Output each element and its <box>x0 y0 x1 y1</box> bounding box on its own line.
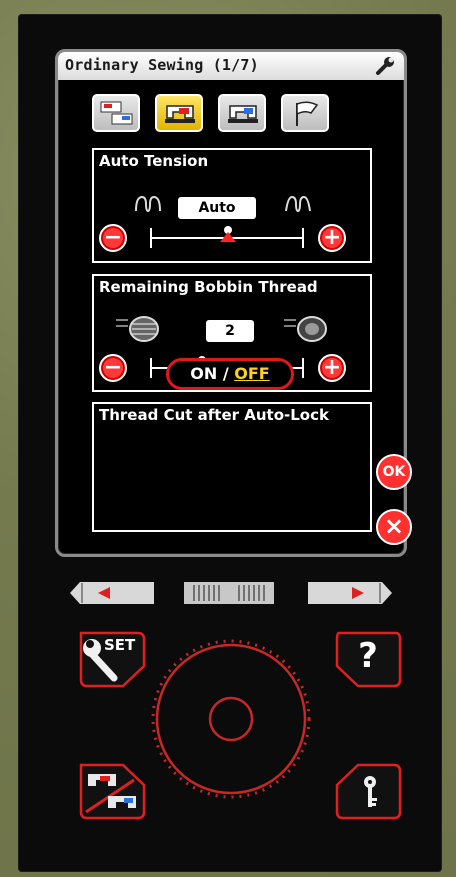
bobbin-title: Remaining Bobbin Thread <box>99 278 318 296</box>
mode-switch-button[interactable] <box>78 762 148 820</box>
bobbin-value: 2 <box>206 320 254 342</box>
tension-decrease-button[interactable]: − <box>99 224 127 252</box>
settings-button[interactable]: SET <box>78 630 148 688</box>
help-button[interactable]: ? <box>333 630 403 688</box>
tension-increase-button[interactable]: + <box>318 224 346 252</box>
loose-thread-icon <box>135 195 161 213</box>
set-label: SET <box>104 636 136 654</box>
page-title: Ordinary Sewing (1/7) <box>65 56 259 74</box>
key-icon <box>335 763 402 820</box>
title-bar: Ordinary Sewing (1/7) <box>58 52 404 80</box>
thread-cut-toggle[interactable]: ON / OFF <box>166 358 294 390</box>
embroidery-mode-button[interactable] <box>218 94 266 132</box>
scroll-bar[interactable] <box>184 580 274 606</box>
auto-tension-panel: Auto Tension Auto − + <box>92 148 372 263</box>
sewing-machine-icon <box>165 105 195 123</box>
previous-page-button[interactable] <box>68 580 156 606</box>
wrench-icon[interactable] <box>374 55 396 77</box>
dial-center-button <box>208 696 254 742</box>
bobbin-decrease-button[interactable]: − <box>99 354 127 382</box>
bobbin-increase-button[interactable]: + <box>318 354 346 382</box>
two-machines-mode-button[interactable] <box>92 94 140 132</box>
sewing-mode-button[interactable] <box>155 94 203 132</box>
cancel-button[interactable]: × <box>376 509 412 545</box>
thread-cut-title: Thread Cut after Auto-Lock <box>99 406 329 424</box>
tension-slider-marker[interactable] <box>218 224 238 244</box>
question-icon: ? <box>358 636 378 676</box>
auto-tension-title: Auto Tension <box>99 152 209 170</box>
key-button[interactable] <box>333 762 403 820</box>
auto-tension-value: Auto <box>178 197 256 219</box>
next-page-button[interactable] <box>306 580 394 606</box>
machine-switch-icon <box>79 763 146 820</box>
ok-button[interactable]: OK <box>376 454 412 490</box>
embroidery-machine-icon <box>228 105 258 123</box>
sewing-machine-control-panel: Ordinary Sewing (1/7) Auto Tension Auto … <box>18 14 442 872</box>
sewing-machine-pair-icon <box>100 101 133 125</box>
thread-cut-panel: Thread Cut after Auto-Lock <box>92 402 372 532</box>
empty-bobbin-icon <box>284 316 327 342</box>
lcd-screen: Ordinary Sewing (1/7) Auto Tension Auto … <box>55 49 412 557</box>
flag-icon <box>296 101 319 126</box>
full-bobbin-icon <box>116 316 159 342</box>
flag-mode-button[interactable] <box>281 94 329 132</box>
jog-dial[interactable] <box>148 636 314 802</box>
on-label: ON <box>190 364 218 383</box>
off-label: OFF <box>234 364 270 383</box>
tight-thread-icon <box>285 195 311 213</box>
